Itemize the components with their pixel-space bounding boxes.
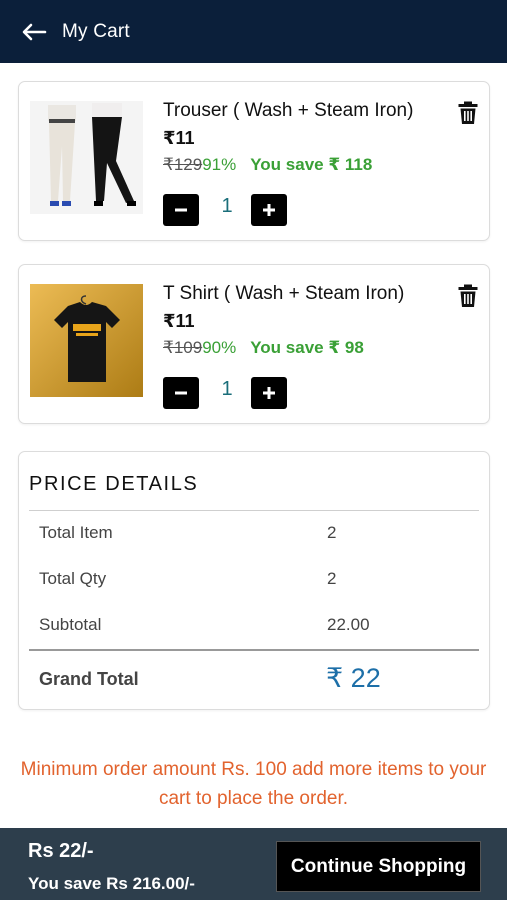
row-value: 2: [327, 569, 337, 588]
price-row-subtotal: Subtotal 22.00: [39, 615, 469, 641]
trash-icon[interactable]: [455, 283, 481, 309]
row-value: 2: [327, 523, 337, 542]
divider: [29, 649, 479, 651]
discount-percent: 91%: [202, 155, 237, 174]
saving-text: You save ₹ 98: [250, 338, 364, 357]
increase-qty-button[interactable]: [251, 194, 287, 226]
total-saving: You save Rs 216.00/-: [28, 874, 195, 893]
item-name: T Shirt ( Wash + Steam Iron): [163, 283, 405, 304]
minus-icon: [175, 208, 187, 212]
price-row: ₹12991% You save ₹ 118: [163, 155, 372, 175]
item-price: ₹11: [163, 311, 195, 331]
row-value: 22.00: [327, 615, 370, 634]
saving-text: You save ₹ 118: [250, 155, 373, 174]
price-details-card: PRICE DETAILS Total Item 2 Total Qty 2 S…: [18, 451, 490, 710]
checkout-bar: Rs 22/- You save Rs 216.00/- Continue Sh…: [0, 828, 507, 900]
increase-qty-button[interactable]: [251, 377, 287, 409]
row-label: Total Qty: [39, 569, 107, 588]
row-label: Subtotal: [39, 615, 102, 634]
tshirt-product-image: [30, 284, 143, 397]
page-title: My Cart: [62, 20, 130, 42]
row-label: Total Item: [39, 523, 113, 542]
quantity-value: 1: [221, 378, 233, 400]
item-price: ₹11: [163, 128, 195, 148]
price-row-total-item: Total Item 2: [39, 523, 469, 549]
original-price: ₹129: [163, 155, 203, 174]
price-row-total-qty: Total Qty 2: [39, 569, 469, 595]
back-arrow-icon[interactable]: [14, 12, 54, 52]
plus-icon: [263, 387, 275, 399]
grand-total-value: ₹ 22: [326, 663, 381, 693]
original-price: ₹109: [163, 338, 203, 357]
cart-total: Rs 22/-: [28, 840, 94, 862]
price-details-title: PRICE DETAILS: [29, 473, 199, 495]
grand-total-label: Grand Total: [39, 669, 139, 689]
minus-icon: [175, 391, 187, 395]
discount-percent: 90%: [202, 338, 237, 357]
cart-item-trouser: Trouser ( Wash + Steam Iron) ₹11 ₹12991%…: [18, 81, 490, 241]
divider: [29, 510, 479, 511]
trouser-product-image: [30, 101, 143, 214]
price-row: ₹10990% You save ₹ 98: [163, 338, 364, 358]
trash-icon[interactable]: [455, 100, 481, 126]
plus-icon: [263, 204, 275, 216]
app-bar: My Cart: [0, 0, 507, 63]
item-name: Trouser ( Wash + Steam Iron): [163, 100, 414, 121]
minimum-order-notice: Minimum order amount Rs. 100 add more it…: [20, 759, 487, 809]
cart-item-tshirt: T Shirt ( Wash + Steam Iron) ₹11 ₹10990%…: [18, 264, 490, 424]
decrease-qty-button[interactable]: [163, 194, 199, 226]
continue-shopping-button[interactable]: Continue Shopping: [276, 841, 481, 892]
quantity-value: 1: [221, 195, 233, 217]
decrease-qty-button[interactable]: [163, 377, 199, 409]
